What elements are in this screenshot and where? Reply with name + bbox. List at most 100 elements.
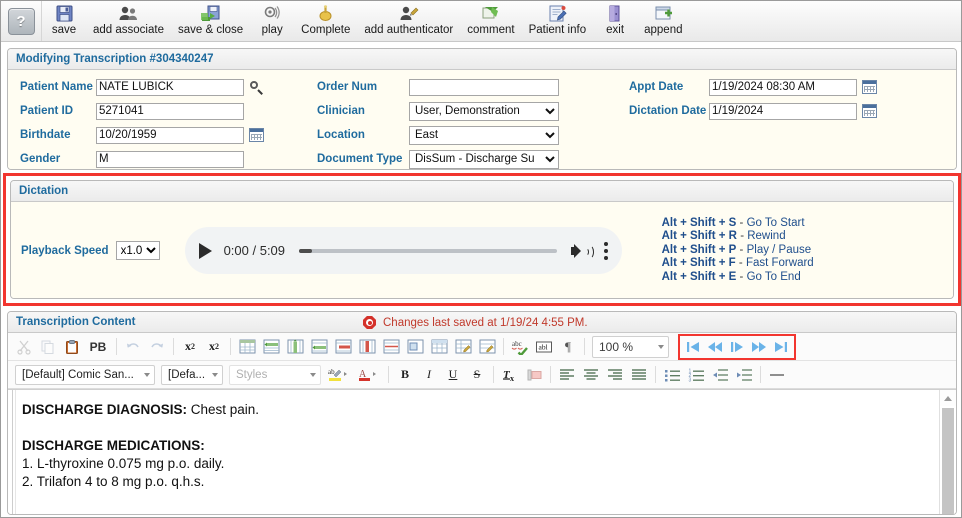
- playback-speed-select[interactable]: x1.0: [115, 241, 160, 260]
- shortcut-dash: -: [739, 243, 744, 256]
- patient-form-middle-column: Order Num Clinician User, Demonstration …: [317, 77, 559, 169]
- toolbar-button-save-and-close[interactable]: save & close: [171, 1, 250, 43]
- document-editor-area[interactable]: DISCHARGE DIAGNOSIS: Chest pain. DISCHAR…: [8, 389, 956, 514]
- cell-properties-icon[interactable]: [452, 336, 474, 358]
- align-justify-icon[interactable]: [628, 364, 650, 386]
- audio-progress-slider[interactable]: [299, 248, 557, 253]
- text-highlight-icon[interactable]: ab: [325, 364, 353, 386]
- insert-table-icon[interactable]: [236, 336, 258, 358]
- dictation-body: Playback Speed x1.0 0:00 / 5:09 Alt + Sh…: [11, 202, 953, 298]
- spell-check-icon[interactable]: abc: [509, 336, 531, 358]
- volume-icon[interactable]: [570, 242, 594, 260]
- toolbar-button-append[interactable]: append: [637, 1, 689, 43]
- fast-forward-button[interactable]: [748, 337, 770, 357]
- decrease-indent-icon[interactable]: [709, 364, 731, 386]
- zoom-level-select[interactable]: 100 %: [592, 335, 669, 358]
- complete-icon: [316, 3, 335, 23]
- help-icon[interactable]: ?: [7, 7, 35, 35]
- play-icon[interactable]: [198, 242, 212, 259]
- location-select[interactable]: East: [409, 125, 559, 145]
- bold-icon[interactable]: B: [394, 364, 416, 386]
- abbreviation-icon[interactable]: abl: [533, 336, 555, 358]
- patient-id-input[interactable]: [96, 102, 244, 120]
- copy-icon[interactable]: [37, 336, 59, 358]
- align-center-icon[interactable]: [580, 364, 602, 386]
- subscript-icon[interactable]: x2: [203, 336, 225, 358]
- toolbar-button-play[interactable]: play: [250, 1, 294, 43]
- remove-format-icon[interactable]: Tx: [499, 364, 521, 386]
- styles-select[interactable]: Styles: [229, 364, 321, 385]
- toolbar-button-complete[interactable]: Complete: [294, 1, 357, 43]
- table-properties-icon[interactable]: [428, 336, 450, 358]
- toolbar-button-patient-info[interactable]: Patient info: [522, 1, 594, 43]
- delete-row-icon[interactable]: [332, 336, 354, 358]
- gender-input[interactable]: [96, 150, 244, 168]
- dictation-date-input[interactable]: [709, 102, 857, 120]
- numbered-list-icon[interactable]: 123: [685, 364, 707, 386]
- superscript-icon[interactable]: x2: [179, 336, 201, 358]
- bullet-list-icon[interactable]: [661, 364, 683, 386]
- toolbar-button-add-authenticator[interactable]: add authenticator: [357, 1, 460, 43]
- dictation-highlight-box: Dictation Playback Speed x1.0 0:00 / 5:0…: [3, 173, 961, 306]
- patient-name-input[interactable]: [96, 78, 244, 96]
- document-content[interactable]: DISCHARGE DIAGNOSIS: Chest pain. DISCHAR…: [8, 390, 940, 514]
- document-vertical-scrollbar[interactable]: [939, 390, 956, 514]
- underline-icon[interactable]: U: [442, 364, 464, 386]
- field-label: Location: [317, 129, 365, 141]
- horizontal-rule-icon[interactable]: [766, 364, 788, 386]
- toolbar-separator: [173, 338, 174, 355]
- font-size-select[interactable]: [Defa...: [161, 364, 223, 385]
- toolbar-button-save[interactable]: save: [42, 1, 86, 43]
- paste-block-icon[interactable]: PB: [85, 336, 111, 358]
- undo-icon[interactable]: [122, 336, 144, 358]
- strikethrough-icon[interactable]: S: [466, 364, 488, 386]
- document-type-select[interactable]: DisSum - Discharge Su: [409, 149, 559, 169]
- cut-icon[interactable]: [13, 336, 35, 358]
- calendar-icon[interactable]: [861, 79, 878, 96]
- field-label: Dictation Date: [629, 105, 707, 117]
- insert-column-icon[interactable]: [284, 336, 306, 358]
- paste-icon[interactable]: [61, 336, 83, 358]
- calendar-icon[interactable]: [248, 127, 265, 144]
- birthdate-input[interactable]: [96, 126, 244, 144]
- italic-icon[interactable]: I: [418, 364, 440, 386]
- align-right-icon[interactable]: [604, 364, 626, 386]
- block-highlight-icon[interactable]: [523, 364, 545, 386]
- toolbar-button-exit[interactable]: exit: [593, 1, 637, 43]
- toolbar-label: comment: [467, 24, 515, 36]
- transcription-content-panel: Transcription Content Changes last saved…: [7, 311, 957, 515]
- playback-speed-label: Playback Speed: [21, 244, 109, 257]
- rewind-button[interactable]: [704, 337, 726, 357]
- go-to-start-button[interactable]: [682, 337, 704, 357]
- increase-indent-icon[interactable]: [733, 364, 755, 386]
- scroll-up-button[interactable]: [940, 390, 956, 406]
- add-authenticator-icon: [398, 3, 419, 23]
- document-line-3: 1. L-thyroxine 0.075 mg p.o. daily.: [22, 456, 225, 471]
- appt-date-input[interactable]: [709, 78, 857, 96]
- play-pause-button[interactable]: [726, 337, 748, 357]
- redo-icon[interactable]: [146, 336, 168, 358]
- search-icon[interactable]: [248, 79, 265, 96]
- document-line-4: 2. Trilafon 4 to 8 mg p.o. q.h.s.: [22, 474, 205, 489]
- patient-form: Patient Name Patient ID Birthdate Gender: [8, 70, 956, 169]
- align-left-icon[interactable]: [556, 364, 578, 386]
- font-color-icon[interactable]: A: [355, 364, 383, 386]
- toolbar-button-comment[interactable]: comment: [460, 1, 521, 43]
- row-properties-icon[interactable]: [476, 336, 498, 358]
- delete-column-icon[interactable]: [356, 336, 378, 358]
- toolbar-button-add-associate[interactable]: add associate: [86, 1, 171, 43]
- field-label: Birthdate: [20, 129, 71, 141]
- merge-cells-icon[interactable]: [380, 336, 402, 358]
- split-cell-icon[interactable]: [404, 336, 426, 358]
- calendar-icon[interactable]: [861, 103, 878, 120]
- go-to-end-button[interactable]: [770, 337, 792, 357]
- insert-row-above-icon[interactable]: [260, 336, 282, 358]
- scrollbar-thumb[interactable]: [942, 408, 954, 514]
- insert-row-below-icon[interactable]: [308, 336, 330, 358]
- field-birthdate: Birthdate: [20, 125, 265, 145]
- show-paragraph-marks-icon[interactable]: ¶: [557, 336, 579, 358]
- kebab-menu-icon[interactable]: [603, 241, 608, 260]
- font-family-select[interactable]: [Default] Comic San...: [15, 364, 155, 385]
- clinician-select[interactable]: User, Demonstration: [409, 101, 559, 121]
- order-num-input[interactable]: [409, 78, 559, 96]
